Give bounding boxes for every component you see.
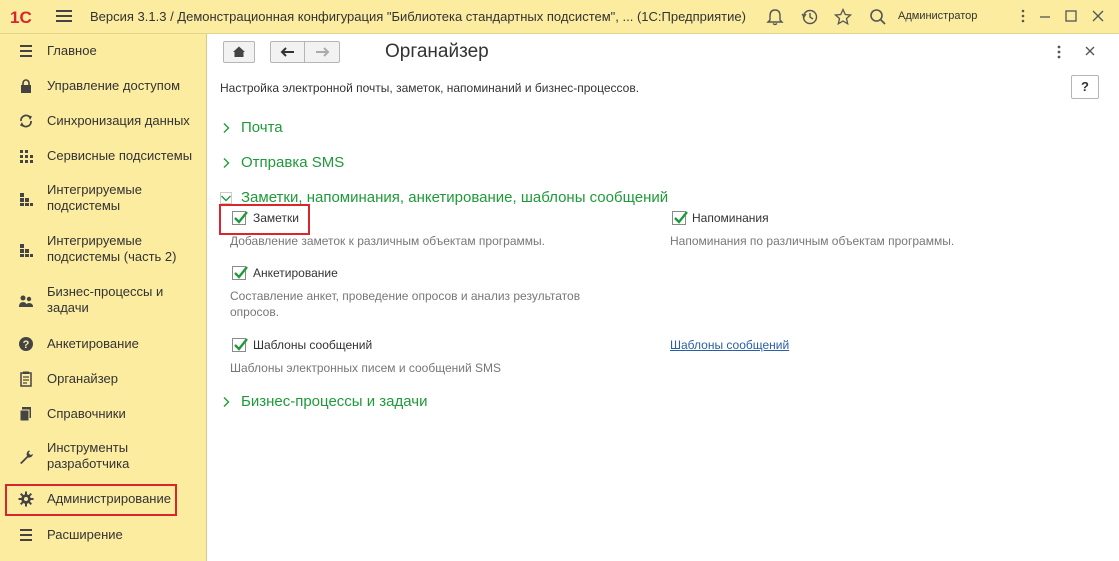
templates-label[interactable]: Шаблоны сообщений	[253, 338, 372, 352]
chevron-right-icon	[223, 157, 230, 168]
chevron-right-icon	[223, 396, 230, 407]
close-window-button[interactable]	[1088, 6, 1108, 26]
blocks-icon	[18, 191, 34, 207]
star-icon[interactable]	[833, 7, 853, 27]
form-area: Органайзер ? Настройка электронной почты…	[208, 34, 1119, 561]
reminders-hint: Напоминания по различным объектам програ…	[670, 234, 955, 248]
people-icon	[18, 293, 34, 309]
svg-text:1С: 1С	[10, 8, 32, 27]
templates-checkbox[interactable]	[232, 338, 248, 352]
sidebar-item-label: Расширение	[47, 527, 123, 542]
search-icon[interactable]	[868, 7, 888, 27]
svg-text:?: ?	[23, 339, 30, 351]
sidebar-item-label: Бизнес-процессы и задачи	[47, 284, 164, 315]
notes-highlight	[219, 204, 310, 235]
sidebar-item-label: Органайзер	[47, 371, 118, 386]
form-description: Настройка электронной почты, заметок, на…	[220, 81, 640, 95]
section-title: Почта	[241, 119, 283, 136]
bell-icon[interactable]	[765, 7, 785, 27]
history-icon[interactable]	[800, 7, 820, 27]
section-business-processes[interactable]: Бизнес-процессы и задачи	[220, 393, 427, 410]
help-button[interactable]: ?	[1071, 75, 1099, 99]
reminders-label[interactable]: Напоминания	[692, 211, 769, 225]
sidebar-item-label: Интегрируемые подсистемы	[47, 182, 142, 213]
blocks-icon	[18, 242, 34, 258]
sync-icon	[18, 113, 34, 129]
books-icon	[18, 406, 34, 422]
main-menu-icon[interactable]	[56, 10, 72, 24]
home-button[interactable]	[223, 41, 255, 63]
1c-logo[interactable]: 1С	[10, 7, 44, 27]
sidebar-item-label: Сервисные подсистемы	[47, 148, 193, 163]
section-title: Бизнес-процессы и задачи	[241, 393, 428, 410]
sidebar-item-label: Анкетирование	[47, 336, 139, 351]
more-actions-icon[interactable]	[1056, 44, 1062, 60]
notes-hint: Добавление заметок к различным объектам …	[230, 234, 545, 248]
section-title: Отправка SMS	[241, 154, 345, 171]
forward-button[interactable]	[305, 42, 339, 62]
surveys-hint-line-2: опросов.	[230, 305, 280, 319]
title-bar: 1С Версия 3.1.3 / Демонстрационная конфи…	[0, 0, 1119, 34]
grid-dots-icon	[18, 148, 34, 164]
active-section-highlight	[5, 484, 177, 516]
surveys-hint-line-1: Составление анкет, проведение опросов и …	[230, 289, 581, 303]
sections-panel: Главное Управление доступом Синхронизаци…	[0, 34, 207, 561]
reminders-checkbox[interactable]	[672, 211, 688, 225]
maximize-button[interactable]	[1061, 6, 1081, 26]
page-title: Органайзер	[385, 41, 489, 62]
sidebar-item-label: Главное	[47, 43, 97, 58]
back-button[interactable]	[271, 42, 305, 62]
close-form-icon[interactable]	[1084, 45, 1096, 57]
menu-lines-icon	[18, 527, 34, 543]
wrench-icon	[18, 449, 34, 465]
sidebar-item-label: Управление доступом	[47, 78, 181, 93]
surveys-checkbox[interactable]	[232, 266, 248, 280]
sidebar-item-label: Интегрируемые подсистемы (часть 2)	[47, 233, 177, 264]
chevron-down-icon	[220, 191, 232, 204]
question-icon: ?	[18, 336, 34, 352]
surveys-label[interactable]: Анкетирование	[253, 266, 338, 280]
menu-lines-icon	[18, 43, 34, 59]
section-mail[interactable]: Почта	[220, 119, 283, 136]
lock-icon	[18, 78, 34, 94]
window-title: Версия 3.1.3 / Демонстрационная конфигур…	[90, 9, 746, 24]
templates-link[interactable]: Шаблоны сообщений	[670, 338, 789, 352]
minimize-button[interactable]	[1035, 6, 1055, 26]
chevron-right-icon	[223, 122, 230, 133]
section-sms[interactable]: Отправка SMS	[220, 154, 344, 171]
sidebar-item-label: Инструменты разработчика	[47, 440, 130, 471]
sidebar-item-label: Синхронизация данных	[47, 113, 190, 128]
templates-hint: Шаблоны электронных писем и сообщений SM…	[230, 361, 502, 375]
more-icon[interactable]	[1013, 6, 1033, 26]
sidebar-item-label: Справочники	[47, 406, 126, 421]
history-nav	[270, 41, 340, 63]
current-user[interactable]: Администратор	[898, 10, 977, 22]
notepad-icon	[18, 371, 34, 387]
